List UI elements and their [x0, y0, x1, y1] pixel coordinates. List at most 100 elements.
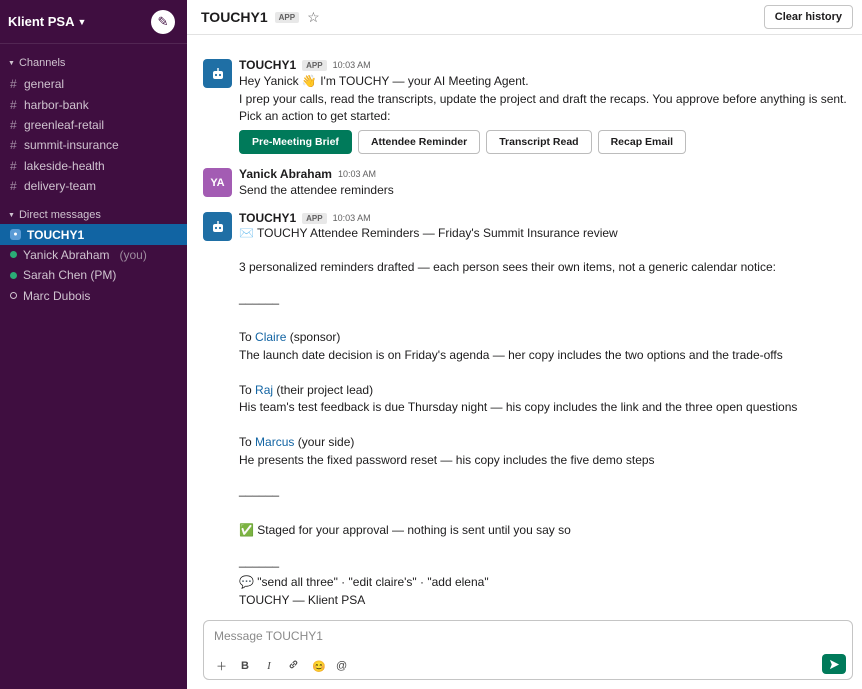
sidebar: Klient PSA ▼ ✎ ▼ Channels # general # harb…: [0, 0, 187, 689]
recipient-role: (your side): [297, 435, 355, 449]
link-icon[interactable]: [288, 659, 298, 673]
sidebar-item-sarah-chen[interactable]: Sarah Chen (PM): [0, 265, 187, 285]
action-buttons: Pre-Meeting Brief Attendee Reminder Tran…: [239, 129, 859, 154]
to-label: To: [239, 435, 252, 449]
formatting-toolbar: ＋ B I 😊 @: [216, 658, 347, 674]
message-title: ✉️ TOUCHY Attendee Reminders — Friday's …: [239, 226, 618, 240]
dm-list: ● TOUCHY1 Yanick Abraham (you) Sarah Chen…: [0, 224, 187, 306]
pre-meeting-brief-button[interactable]: Pre-Meeting Brief: [239, 129, 352, 154]
to-label: To: [239, 330, 252, 344]
app-badge: APP: [302, 59, 327, 71]
emoji-icon[interactable]: 😊: [312, 660, 326, 673]
avatar[interactable]: YA: [203, 168, 232, 197]
robot-icon: [212, 67, 223, 79]
reminder-text: The launch date decision is on Friday's …: [239, 348, 783, 362]
recipient-line: To Claire (sponsor): [239, 329, 340, 347]
caret-down-icon: ▼: [8, 211, 15, 219]
to-label: To: [239, 383, 252, 397]
channel-label: greenleaf-retail: [24, 117, 105, 132]
hash-icon: #: [10, 158, 17, 173]
timestamp[interactable]: 10:03 AM: [338, 169, 376, 179]
dm-label: TOUCHY1: [27, 227, 85, 242]
message-body: TOUCHY1 APP 10:03 AM Hey Yanick 👋 I'm TO…: [239, 57, 859, 154]
dms-title: Direct messages: [18, 209, 101, 222]
dms-section-toggle[interactable]: ▼ Direct messages: [0, 206, 187, 224]
bold-icon[interactable]: B: [240, 660, 250, 672]
message-body: Yanick Abraham 10:03 AM Send the attende…: [239, 166, 859, 200]
sidebar-item-yanick-abraham[interactable]: Yanick Abraham (you): [0, 245, 187, 265]
recipient-line: To Marcus (your side): [239, 434, 354, 452]
timestamp[interactable]: 10:03 AM: [333, 60, 371, 70]
hash-icon: #: [10, 117, 17, 132]
star-icon[interactable]: ☆: [307, 9, 320, 26]
hash-icon: #: [10, 77, 17, 92]
transcript-read-button[interactable]: Transcript Read: [486, 129, 592, 154]
reminder-text: He presents the fixed password reset — h…: [239, 453, 655, 467]
workspace-switcher[interactable]: Klient PSA ▼: [8, 14, 86, 29]
attendee-reminder-button[interactable]: Attendee Reminder: [357, 129, 481, 154]
bot-avatar-icon[interactable]: [203, 212, 232, 241]
you-label: (you): [119, 247, 147, 262]
compose-icon[interactable]: ✎: [151, 9, 175, 34]
mention-icon[interactable]: @: [336, 660, 347, 672]
channel-header: TOUCHY1 APP ☆ Clear history: [187, 0, 862, 35]
page-title[interactable]: TOUCHY1: [201, 9, 268, 25]
sidebar-item-summit-insurance[interactable]: # summit-insurance: [0, 135, 187, 155]
divider: ______: [239, 291, 280, 305]
recipient-role: (their project lead): [276, 383, 374, 397]
channel-label: summit-insurance: [24, 138, 119, 153]
bot-avatar-icon[interactable]: [203, 59, 232, 88]
message-intro: 3 personalized reminders drafted — each …: [239, 260, 776, 274]
recipient-role: (sponsor): [289, 330, 341, 344]
presence-offline-icon: [10, 292, 17, 300]
channel-list: # general # harbor-bank # greenleaf-retail …: [0, 74, 187, 196]
message-footer: TOUCHY — Klient PSA: [239, 593, 366, 607]
message-text: Pick an action to get started:: [239, 109, 391, 123]
workspace-header: Klient PSA ▼ ✎: [0, 0, 187, 44]
sidebar-item-lakeside-health[interactable]: # lakeside-health: [0, 156, 187, 176]
divider: ______: [239, 554, 280, 568]
clear-history-button[interactable]: Clear history: [763, 5, 853, 29]
dm-label: Yanick Abraham: [23, 247, 110, 262]
sender-name[interactable]: Yanick Abraham: [239, 167, 332, 181]
presence-online-icon: [10, 251, 17, 259]
sidebar-item-harbor-bank[interactable]: # harbor-bank: [0, 94, 187, 114]
sidebar-item-touchy1[interactable]: ● TOUCHY1: [0, 224, 187, 245]
sidebar-item-greenleaf-retail[interactable]: # greenleaf-retail: [0, 115, 187, 135]
recipient-line: To Raj (their project lead): [239, 382, 373, 400]
plus-icon[interactable]: ＋: [216, 658, 227, 674]
sender-name[interactable]: TOUCHY1: [239, 211, 296, 225]
message-text: Send the attendee reminders: [239, 183, 394, 197]
hash-icon: #: [10, 97, 17, 112]
send-button[interactable]: [822, 654, 846, 674]
hash-icon: #: [10, 138, 17, 153]
message-header: TOUCHY1 APP 10:03 AM: [239, 57, 859, 73]
recap-email-button[interactable]: Recap Email: [597, 129, 687, 154]
workspace-name: Klient PSA: [8, 14, 75, 29]
message-composer: ＋ B I 😊 @: [203, 620, 853, 680]
message-header: Yanick Abraham 10:03 AM: [239, 166, 859, 182]
robot-icon: [212, 220, 223, 232]
channel-label: delivery-team: [24, 179, 97, 194]
message-input[interactable]: [214, 629, 814, 643]
sidebar-item-general[interactable]: # general: [0, 74, 187, 94]
timestamp[interactable]: 10:03 AM: [333, 213, 371, 223]
message-text: Hey Yanick 👋 I'm TOUCHY — your AI Meetin…: [239, 74, 529, 88]
sidebar-item-marc-dubois[interactable]: Marc Dubois: [0, 286, 187, 306]
channel-label: general: [24, 77, 65, 92]
message-text: I prep your calls, read the transcripts,…: [239, 91, 847, 106]
raj-link[interactable]: Raj: [255, 383, 273, 397]
channels-section-toggle[interactable]: ▼ Channels: [0, 54, 187, 72]
app-badge: APP: [302, 212, 327, 224]
divider: ______: [239, 483, 280, 497]
chevron-down-icon: ▼: [77, 16, 87, 27]
italic-icon[interactable]: I: [264, 660, 274, 672]
sidebar-item-delivery-team[interactable]: # delivery-team: [0, 176, 187, 196]
sender-name[interactable]: TOUCHY1: [239, 58, 296, 72]
staged-status: ✅ Staged for your approval — nothing is …: [239, 523, 571, 537]
channels-title: Channels: [18, 57, 66, 69]
main-panel: TOUCHY1 APP ☆ Clear history TOUCHY1 APP …: [187, 0, 862, 689]
caret-down-icon: ▼: [8, 59, 15, 67]
claire-link[interactable]: Claire: [255, 330, 286, 344]
marcus-link[interactable]: Marcus: [255, 435, 294, 449]
